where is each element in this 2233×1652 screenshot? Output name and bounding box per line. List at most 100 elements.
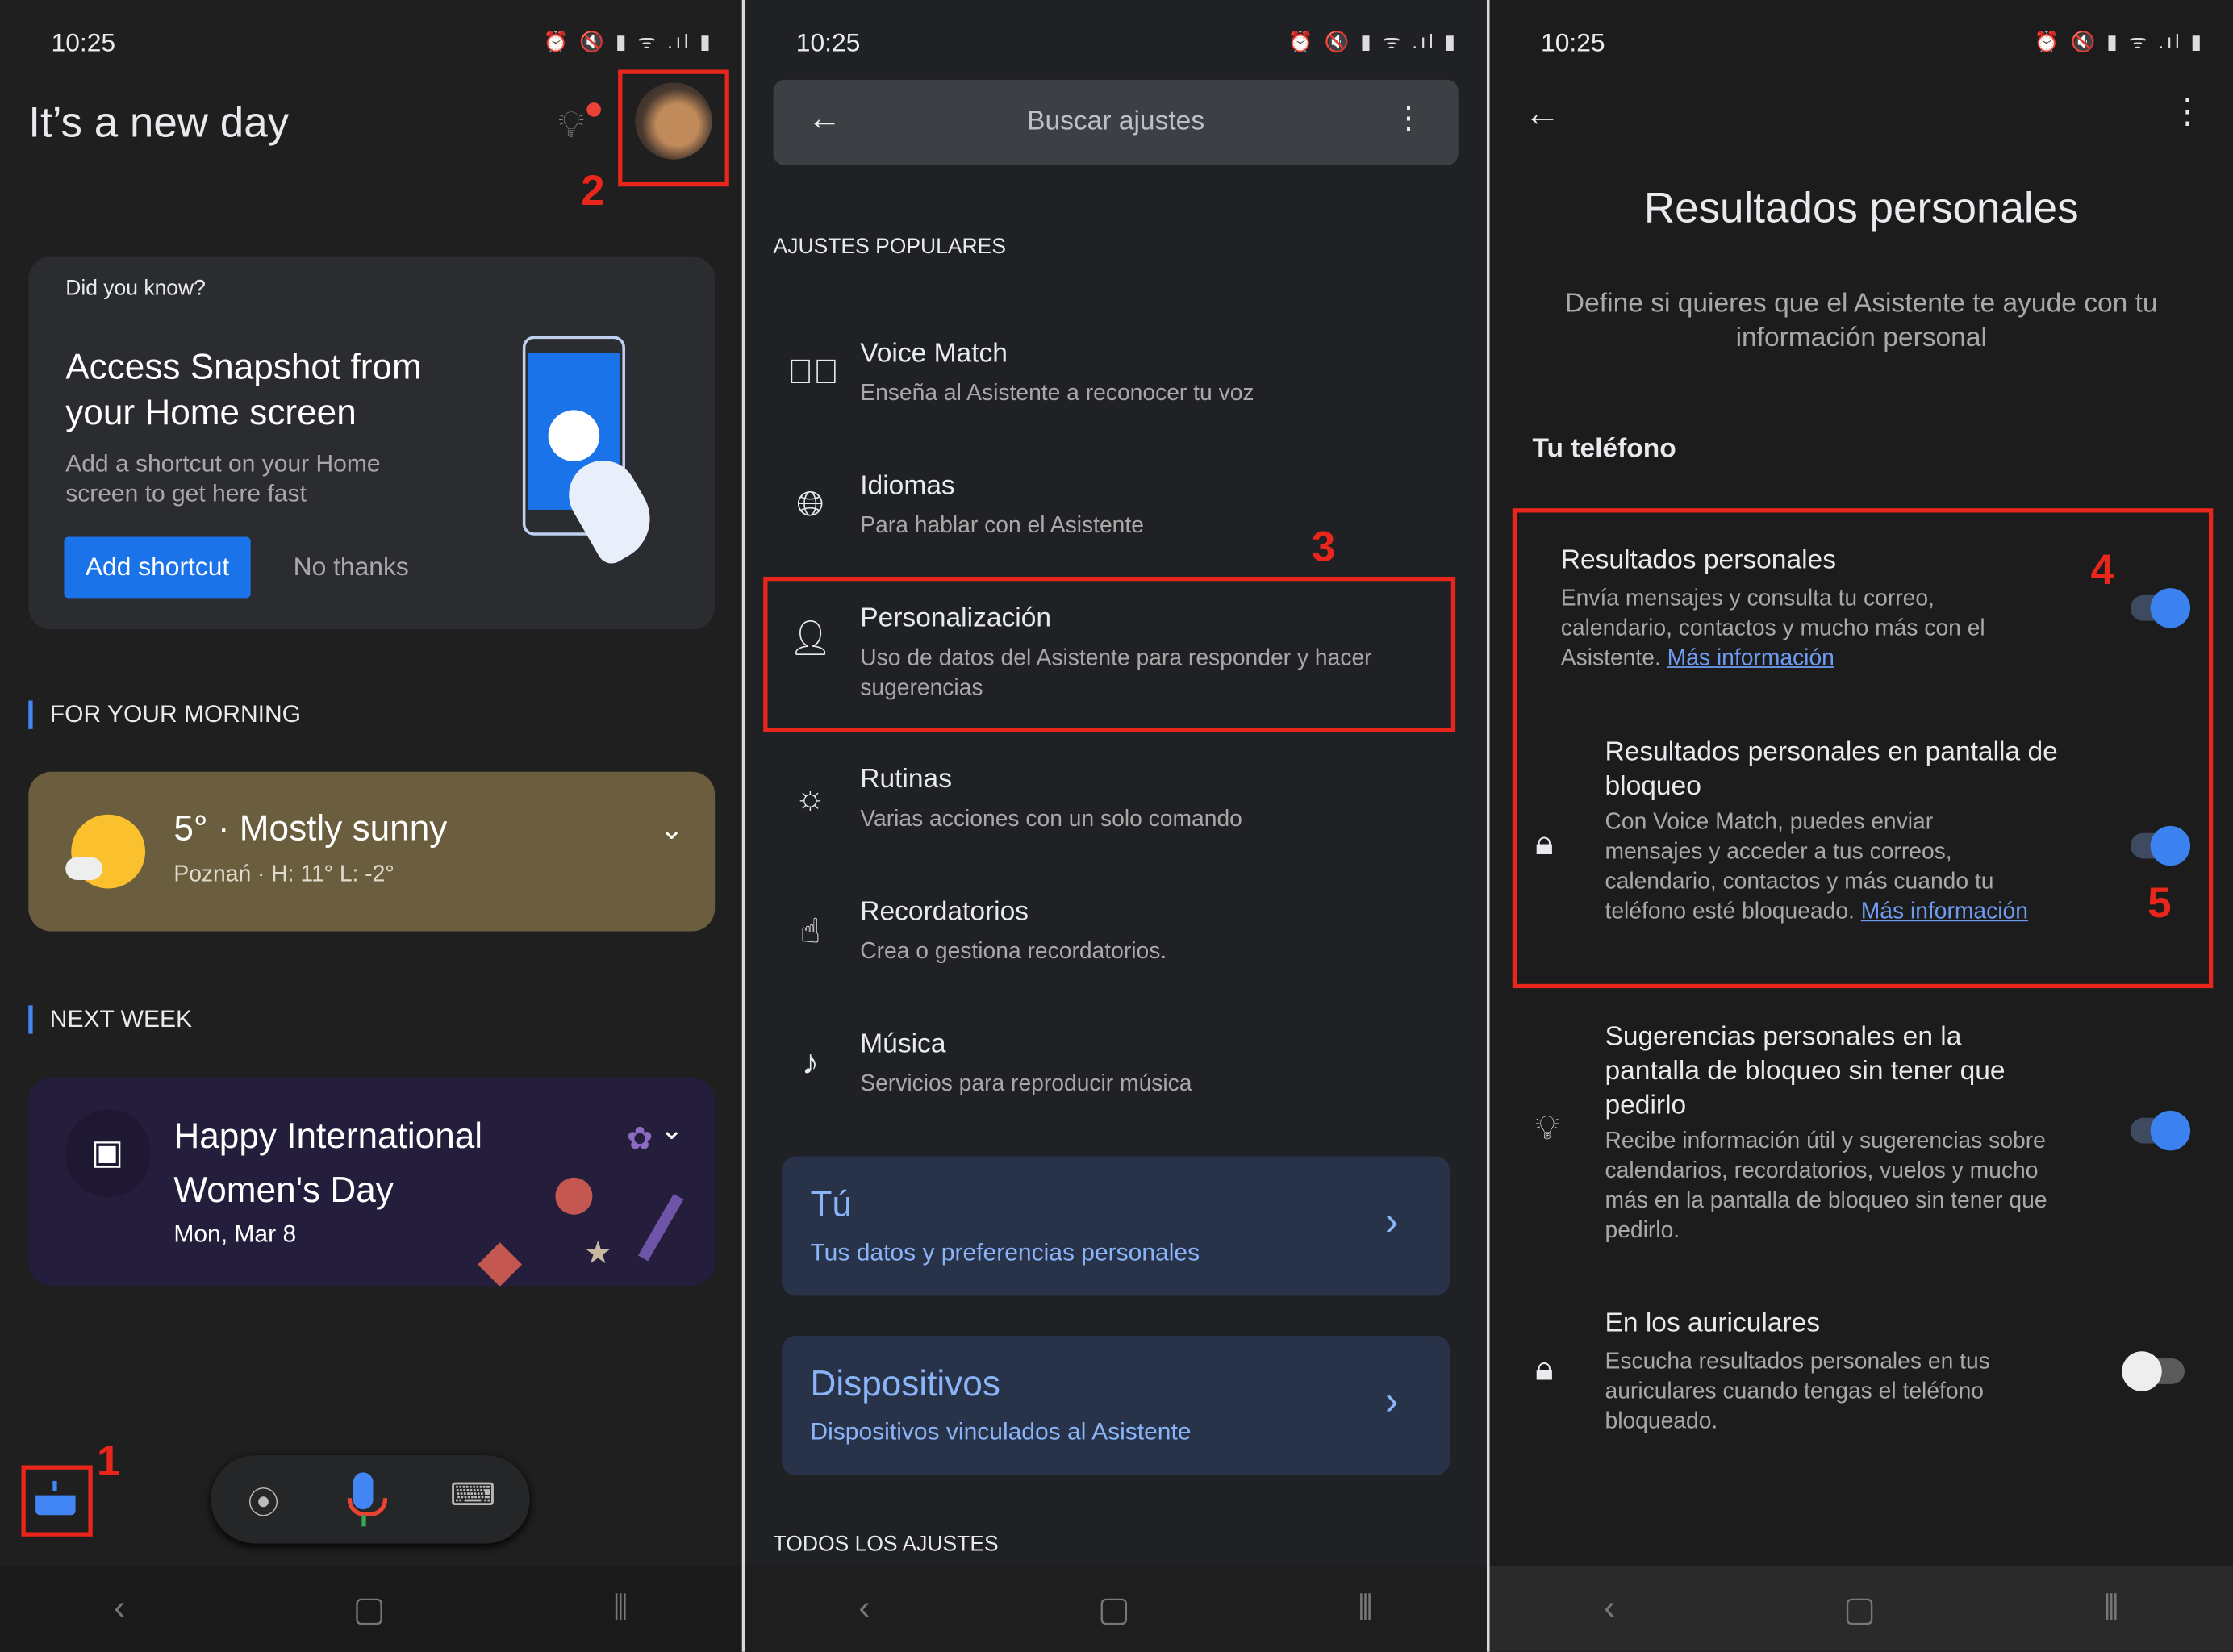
option-title: En los auriculares bbox=[1605, 1308, 1821, 1339]
all-settings-header: TODOS LOS AJUSTES bbox=[773, 1532, 999, 1557]
system-nav-bar: ‹ ▢ ⦀ bbox=[745, 1566, 1487, 1652]
devices-card[interactable]: Dispositivos Dispositivos vinculados al A… bbox=[782, 1335, 1450, 1475]
input-bar: ⦿ ⌨ bbox=[211, 1455, 530, 1544]
home-icon[interactable]: ▢ bbox=[1843, 1588, 1876, 1629]
annotation-box-2 bbox=[618, 69, 729, 187]
lightbulb-icon: 💡︎ bbox=[1534, 1109, 1559, 1148]
tip-eyebrow: Did you know? bbox=[65, 276, 206, 301]
annotation-box-3 bbox=[763, 576, 1456, 732]
setting-voice-match[interactable]: ✓⃝ Voice Match Enseña al Asistente a recon… bbox=[745, 322, 1487, 450]
no-thanks-button[interactable]: No thanks bbox=[294, 553, 409, 582]
setting-languages[interactable]: 🌐︎ Idiomas Para hablar con el Asistente bbox=[745, 454, 1487, 582]
status-icons: ⏰ 🔇 ▮ ᯤ .ıl ▮ bbox=[1288, 30, 1459, 53]
page-title: Resultados personales bbox=[1643, 185, 2079, 232]
back-arrow-icon[interactable]: ← bbox=[1524, 91, 1561, 136]
status-time: 10:25 bbox=[795, 28, 861, 57]
section-your-phone: Tu teléfono bbox=[1532, 434, 1676, 465]
recents-icon[interactable]: ⦀ bbox=[1358, 1589, 1373, 1629]
weather-card[interactable]: 5° · Mostly sunny Poznań · H: 11° L: -2°… bbox=[28, 771, 716, 932]
setting-music[interactable]: ♪ Música Servicios para reproducir música bbox=[745, 1012, 1487, 1141]
setting-desc: Servicios para reproducir música bbox=[860, 1072, 1192, 1097]
routines-icon: ☼ bbox=[795, 778, 826, 818]
setting-desc: Crea o gestiona recordatorios. bbox=[860, 940, 1167, 965]
section-next-week: NEXT WEEK bbox=[28, 1005, 192, 1034]
assistant-settings-screen: 10:25 ⏰ 🔇 ▮ ᯤ .ıl ▮ ← Buscar ajustes ⋮ A… bbox=[745, 0, 1487, 1652]
add-shortcut-button[interactable]: Add shortcut bbox=[64, 536, 251, 599]
status-time: 10:25 bbox=[1541, 28, 1605, 57]
setting-reminders[interactable]: ☝︎ Recordatorios Crea o gestiona recordato… bbox=[745, 880, 1487, 1008]
setting-title: Idiomas bbox=[860, 471, 955, 502]
recents-icon[interactable]: ⦀ bbox=[2104, 1589, 2119, 1629]
back-icon[interactable]: ‹ bbox=[1604, 1589, 1615, 1629]
event-date: Mon, Mar 8 bbox=[173, 1220, 297, 1248]
status-time: 10:25 bbox=[51, 28, 116, 57]
mic-stem bbox=[361, 1515, 366, 1527]
music-icon: ♪ bbox=[801, 1043, 820, 1083]
weather-summary: 5° · Mostly sunny bbox=[173, 808, 448, 849]
setting-title: Música bbox=[860, 1029, 946, 1060]
annotation-number: 1 bbox=[97, 1437, 121, 1486]
reminder-icon: ☝︎ bbox=[799, 912, 821, 952]
popular-settings-header: AJUSTES POPULARES bbox=[773, 235, 1006, 260]
headphones-toggle[interactable] bbox=[2122, 1351, 2185, 1391]
status-icons: ⏰ 🔇 ▮ ᯤ .ıl ▮ bbox=[2034, 30, 2205, 53]
setting-title: Voice Match bbox=[860, 339, 1008, 369]
mic-base bbox=[347, 1498, 388, 1517]
card-title: Tú bbox=[810, 1184, 852, 1225]
back-icon[interactable]: ‹ bbox=[858, 1589, 870, 1629]
globe-icon: 🌐︎ bbox=[796, 485, 824, 524]
annotation-number: 2 bbox=[581, 168, 605, 215]
option-desc: Recibe información útil y sugerencias so… bbox=[1605, 1128, 2047, 1244]
option-desc: Escucha resultados personales en tus aur… bbox=[1605, 1350, 1990, 1434]
assistant-snapshot-screen: 10:25 ⏰ 🔇 ▮ ᯤ .ıl ▮ It’s a new day 💡︎ 2 … bbox=[0, 0, 742, 1652]
recents-icon[interactable]: ⦀ bbox=[613, 1589, 628, 1629]
keyboard-icon[interactable]: ⌨ bbox=[450, 1477, 495, 1514]
page-subtitle: Define si quieres que el Asistente te ay… bbox=[1564, 289, 2158, 353]
lens-icon[interactable]: ⦿ bbox=[248, 1478, 279, 1523]
card-title: Dispositivos bbox=[810, 1364, 1000, 1404]
setting-routines[interactable]: ☼ Rutinas Varias acciones con un solo coma… bbox=[745, 748, 1487, 876]
search-input[interactable]: Buscar ajustes bbox=[774, 106, 1459, 138]
setting-desc: Varias acciones con un solo comando bbox=[860, 807, 1242, 832]
setting-desc: Para hablar con el Asistente bbox=[860, 514, 1144, 539]
lightbulb-icon[interactable]: 💡︎ bbox=[558, 102, 601, 148]
section-for-your-morning: FOR YOUR MORNING bbox=[28, 700, 301, 729]
tip-card: Did you know? Access Snapshot from your … bbox=[28, 256, 716, 630]
personal-results-screen: 10:25 ⏰ 🔇 ▮ ᯤ .ıl ▮ ← ⋮ Resultados perso… bbox=[1489, 0, 2233, 1652]
tip-body: Add a shortcut on your Home screen to ge… bbox=[65, 449, 381, 507]
more-options-icon[interactable]: ⋮ bbox=[1392, 100, 1424, 137]
lock-icon: 🔒︎ bbox=[1534, 1350, 1554, 1389]
setting-desc: Enseña al Asistente a reconocer tu voz bbox=[860, 382, 1254, 407]
annotation-number: 3 bbox=[1311, 524, 1336, 571]
option-title: Sugerencias personales en la pantalla de… bbox=[1605, 1022, 2006, 1121]
phone-illustration-icon bbox=[522, 336, 666, 569]
home-icon[interactable]: ▢ bbox=[1098, 1588, 1130, 1629]
chevron-right-icon: › bbox=[1385, 1378, 1399, 1423]
chevron-down-icon[interactable]: ⌄ bbox=[660, 1112, 684, 1148]
status-icons: ⏰ 🔇 ▮ ᯤ .ıl ▮ bbox=[543, 30, 714, 53]
system-nav-bar: ‹ ▢ ⦀ bbox=[0, 1566, 742, 1652]
card-desc: Tus datos y preferencias personales bbox=[810, 1238, 1200, 1266]
chevron-right-icon: › bbox=[1385, 1199, 1399, 1244]
search-bar[interactable]: ← Buscar ajustes ⋮ bbox=[773, 79, 1459, 165]
system-nav-bar: ‹ ▢ ⦀ bbox=[1489, 1566, 2233, 1652]
card-desc: Dispositivos vinculados al Asistente bbox=[810, 1418, 1192, 1446]
event-card[interactable]: ▣ Happy International Women's Day Mon, M… bbox=[28, 1078, 716, 1287]
cloud-icon bbox=[65, 857, 103, 880]
annotation-box-1 bbox=[21, 1465, 93, 1537]
setting-title: Recordatorios bbox=[860, 897, 1029, 928]
you-card[interactable]: Tú Tus datos y preferencias personales › bbox=[782, 1156, 1450, 1296]
setting-title: Rutinas bbox=[860, 764, 952, 795]
back-icon[interactable]: ‹ bbox=[114, 1589, 125, 1629]
more-options-icon[interactable]: ⋮ bbox=[2170, 91, 2204, 132]
greeting-title: It’s a new day bbox=[28, 99, 290, 147]
proactive-suggestions-toggle[interactable] bbox=[2130, 1110, 2191, 1151]
tip-title: Access Snapshot from your Home screen bbox=[65, 347, 422, 433]
calendar-icon: ▣ bbox=[90, 1133, 124, 1172]
home-icon[interactable]: ▢ bbox=[353, 1588, 386, 1629]
annotation-number: 5 bbox=[2147, 879, 2172, 928]
chevron-down-icon[interactable]: ⌄ bbox=[660, 811, 684, 847]
weather-detail: Poznań · H: 11° L: -2° bbox=[173, 862, 394, 887]
voice-match-icon: ✓⃝ bbox=[787, 353, 839, 392]
annotation-number: 4 bbox=[2090, 546, 2114, 594]
